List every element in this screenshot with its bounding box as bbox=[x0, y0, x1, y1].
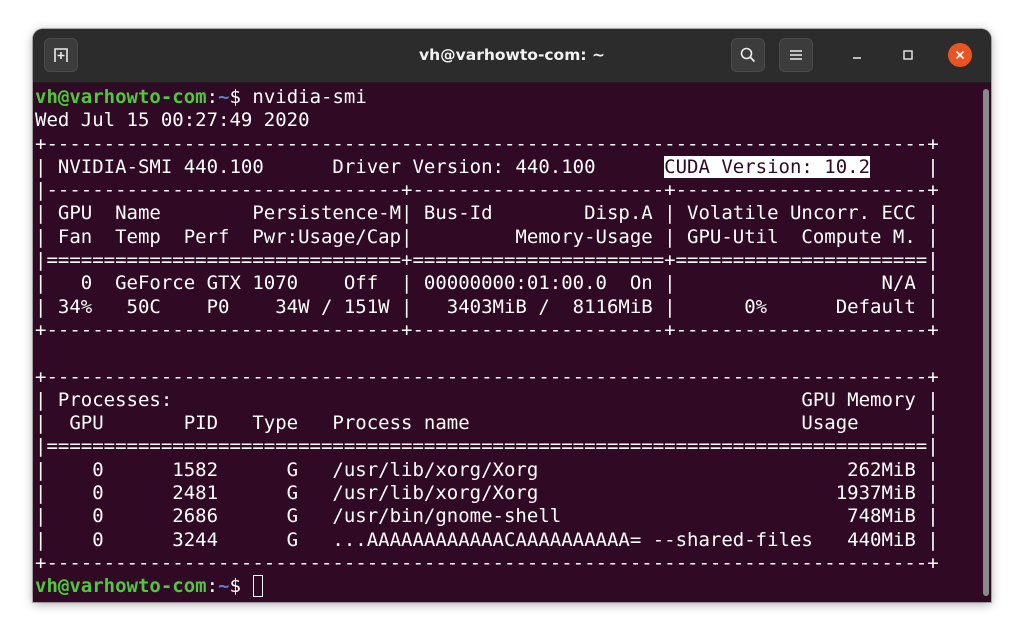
close-button[interactable] bbox=[948, 43, 972, 67]
column-header-row-1: | GPU Name Persistence-M| Bus-Id Disp.A … bbox=[35, 202, 939, 225]
column-header-row-2: | Fan Temp Perf Pwr:Usage/Cap| Memory-Us… bbox=[35, 225, 939, 248]
table-border-top: +---------------------------------------… bbox=[35, 132, 939, 155]
processes-border-bottom: +---------------------------------------… bbox=[35, 551, 939, 574]
smi-header-line: | NVIDIA-SMI 440.100 Driver Version: 440… bbox=[35, 155, 981, 179]
processes-header-row-2: | GPU PID Type Process name Usage | bbox=[35, 412, 939, 435]
processes-header-row-1: | Processes: GPU Memory | bbox=[35, 388, 939, 411]
process-row: | 0 2481 G /usr/lib/xorg/Xorg 1937MiB | bbox=[35, 482, 939, 505]
close-icon bbox=[955, 50, 965, 60]
terminal-output[interactable]: vh@varhowto-com:~$ nvidia-smi Wed Jul 15… bbox=[33, 83, 981, 602]
new-tab-button[interactable] bbox=[44, 38, 78, 72]
gpu-row-2: | 34% 50C P0 34W / 151W | 3403MiB / 8116… bbox=[35, 295, 939, 318]
process-row: | 0 2686 G /usr/bin/gnome-shell 748MiB | bbox=[35, 505, 939, 528]
prompt-user-host: vh@varhowto-com bbox=[35, 86, 207, 108]
current-prompt-line: vh@varhowto-com:~$ bbox=[35, 575, 981, 598]
command-text: nvidia-smi bbox=[252, 86, 367, 108]
terminal-window: vh@varhowto-com: ~ vh@varhowto-com:~$ nv… bbox=[33, 29, 991, 602]
scrollbar-thumb[interactable] bbox=[983, 89, 989, 596]
hamburger-menu-icon bbox=[790, 50, 802, 60]
menu-button[interactable] bbox=[779, 38, 813, 72]
prompt-user-host: vh@varhowto-com bbox=[35, 575, 207, 598]
process-row: | 0 3244 G ...AAAAAAAAAAAACAAAAAAAAAA= -… bbox=[35, 528, 939, 551]
table-separator: |-------------------------------+-------… bbox=[35, 179, 939, 202]
maximize-icon bbox=[903, 50, 913, 60]
prompt-colon: : bbox=[206, 86, 219, 108]
command-prompt-line: vh@varhowto-com:~$ nvidia-smi bbox=[35, 86, 981, 109]
date-line: Wed Jul 15 00:27:49 2020 bbox=[35, 109, 310, 132]
smi-header-end: | bbox=[870, 155, 939, 178]
cuda-version-selection: CUDA Version: 10.2 bbox=[664, 155, 871, 178]
prompt-symbol: $ bbox=[229, 86, 253, 108]
processes-border-top: +---------------------------------------… bbox=[35, 365, 939, 388]
prompt-path: ~ bbox=[218, 575, 230, 598]
prompt-colon: : bbox=[206, 575, 219, 598]
gpu-row-1: | 0 GeForce GTX 1070 Off | 00000000:01:0… bbox=[35, 272, 939, 295]
text-cursor bbox=[253, 575, 264, 598]
search-icon bbox=[740, 47, 756, 63]
minimize-button[interactable] bbox=[845, 43, 869, 67]
process-row: | 0 1582 G /usr/lib/xorg/Xorg 262MiB | bbox=[35, 458, 939, 481]
table-border-bottom: +-------------------------------+-------… bbox=[35, 318, 939, 341]
processes-separator: |=======================================… bbox=[35, 435, 939, 458]
new-tab-icon bbox=[54, 48, 68, 62]
search-button[interactable] bbox=[731, 38, 765, 72]
minimize-icon bbox=[853, 57, 861, 59]
scrollbar[interactable] bbox=[981, 83, 991, 602]
maximize-button[interactable] bbox=[896, 43, 920, 67]
title-bar: vh@varhowto-com: ~ bbox=[33, 29, 991, 83]
smi-version-info: | NVIDIA-SMI 440.100 Driver Version: 440… bbox=[35, 155, 665, 178]
prompt-path: ~ bbox=[218, 86, 230, 108]
prompt-symbol: $ bbox=[229, 575, 253, 598]
table-header-separator: |===============================+=======… bbox=[35, 249, 939, 272]
